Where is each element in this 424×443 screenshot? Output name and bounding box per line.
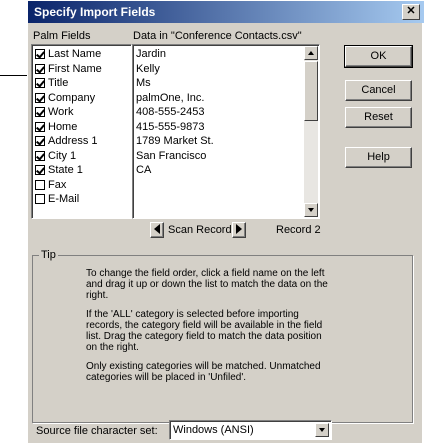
close-button[interactable]: ✕ <box>402 4 420 20</box>
field-checkbox[interactable] <box>35 92 45 103</box>
tip-paragraph-1: To change the field order, click a field… <box>86 268 328 301</box>
scroll-down-button[interactable] <box>304 203 318 217</box>
field-label: Home <box>48 120 78 133</box>
scan-prev-button[interactable] <box>150 222 164 238</box>
ok-button[interactable]: OK <box>344 45 413 68</box>
tip-paragraph-3: Only existing categories will be matched… <box>86 361 321 383</box>
field-checkbox[interactable] <box>35 136 45 146</box>
help-button[interactable]: Help <box>345 147 412 168</box>
field-item[interactable]: City 1 <box>35 149 76 163</box>
field-checkbox[interactable] <box>35 121 45 132</box>
data-item: Kelly <box>136 62 160 75</box>
field-item[interactable]: State 1 <box>35 163 83 177</box>
field-checkbox[interactable] <box>35 63 45 74</box>
field-item[interactable]: Title <box>35 76 68 90</box>
scan-records-label: Scan Records <box>168 224 238 236</box>
data-scrollbar[interactable] <box>304 46 318 217</box>
tip-text: To change the field order, click a field… <box>86 268 332 391</box>
charset-label: Source file character set: <box>36 425 158 437</box>
field-label: Title <box>48 77 69 89</box>
close-icon: ✕ <box>406 5 416 17</box>
field-checkbox[interactable] <box>35 150 45 161</box>
field-checkbox[interactable] <box>35 78 45 88</box>
palm-fields-list[interactable]: Last Name First Name Title Company Work Home A… <box>31 44 132 219</box>
field-label: Address 1 <box>48 135 98 147</box>
scroll-up-button[interactable] <box>304 46 318 60</box>
field-checkbox[interactable] <box>35 179 45 190</box>
field-label: State 1 <box>48 164 83 176</box>
data-item: 408-555-2453 <box>136 106 205 118</box>
field-checkbox[interactable] <box>35 194 45 204</box>
data-in-label: Data in "Conference Contacts.csv" <box>133 30 302 42</box>
field-item[interactable]: First Name <box>35 62 102 76</box>
charset-value: Windows (ANSI) <box>173 424 254 436</box>
field-item[interactable]: Company <box>35 91 95 105</box>
field-checkbox[interactable] <box>35 49 45 59</box>
data-values-list[interactable]: Jardin Kelly Ms palmOne, Inc. 408-555-2453 41… <box>132 44 320 219</box>
data-item: palmOne, Inc. <box>136 91 205 104</box>
import-fields-dialog: Specify Import Fields ✕ Palm Fields Data… <box>27 0 424 443</box>
chevron-down-icon <box>319 428 325 432</box>
field-label: E-Mail <box>48 193 80 205</box>
tip-paragraph-2: If the 'ALL' category is selected before… <box>86 309 323 353</box>
palm-fields-label: Palm Fields <box>33 30 91 42</box>
field-checkbox[interactable] <box>35 165 45 175</box>
field-item[interactable]: Fax <box>35 178 66 192</box>
field-item[interactable]: Last Name <box>35 47 101 61</box>
arrow-right-icon <box>236 224 242 234</box>
field-checkbox[interactable] <box>35 107 45 117</box>
field-label: Fax <box>48 178 67 191</box>
reset-button[interactable]: Reset <box>345 107 412 128</box>
data-item: San Francisco <box>136 149 207 162</box>
field-item[interactable]: Home <box>35 120 77 134</box>
arrow-down-icon <box>308 208 314 212</box>
data-item: 1789 Market St. <box>136 135 214 147</box>
tip-title: Tip <box>39 249 58 261</box>
dialog-title: Specify Import Fields <box>34 5 156 19</box>
charset-select[interactable]: Windows (ANSI) <box>169 420 332 440</box>
field-item[interactable]: E-Mail <box>35 192 79 206</box>
field-label: City 1 <box>48 149 77 162</box>
field-item[interactable]: Address 1 <box>35 134 98 148</box>
record-number: Record 2 <box>276 224 321 236</box>
data-item: Ms <box>136 77 151 89</box>
scan-next-button[interactable] <box>232 222 246 238</box>
field-label: Company <box>48 91 96 104</box>
data-item: CA <box>136 164 152 176</box>
charset-dropdown-button[interactable] <box>315 423 329 437</box>
title-bar: Specify Import Fields ✕ <box>28 1 424 23</box>
arrow-left-icon <box>154 224 160 234</box>
data-item: Jardin <box>136 48 166 60</box>
field-label: Work <box>48 106 74 118</box>
cancel-button[interactable]: Cancel <box>345 80 412 101</box>
scroll-thumb[interactable] <box>304 61 318 121</box>
data-item: 415-555-9873 <box>136 120 205 133</box>
field-item[interactable]: Work <box>35 105 73 119</box>
field-label: First Name <box>48 62 102 75</box>
field-label: Last Name <box>48 48 102 60</box>
arrow-up-icon <box>308 51 314 55</box>
